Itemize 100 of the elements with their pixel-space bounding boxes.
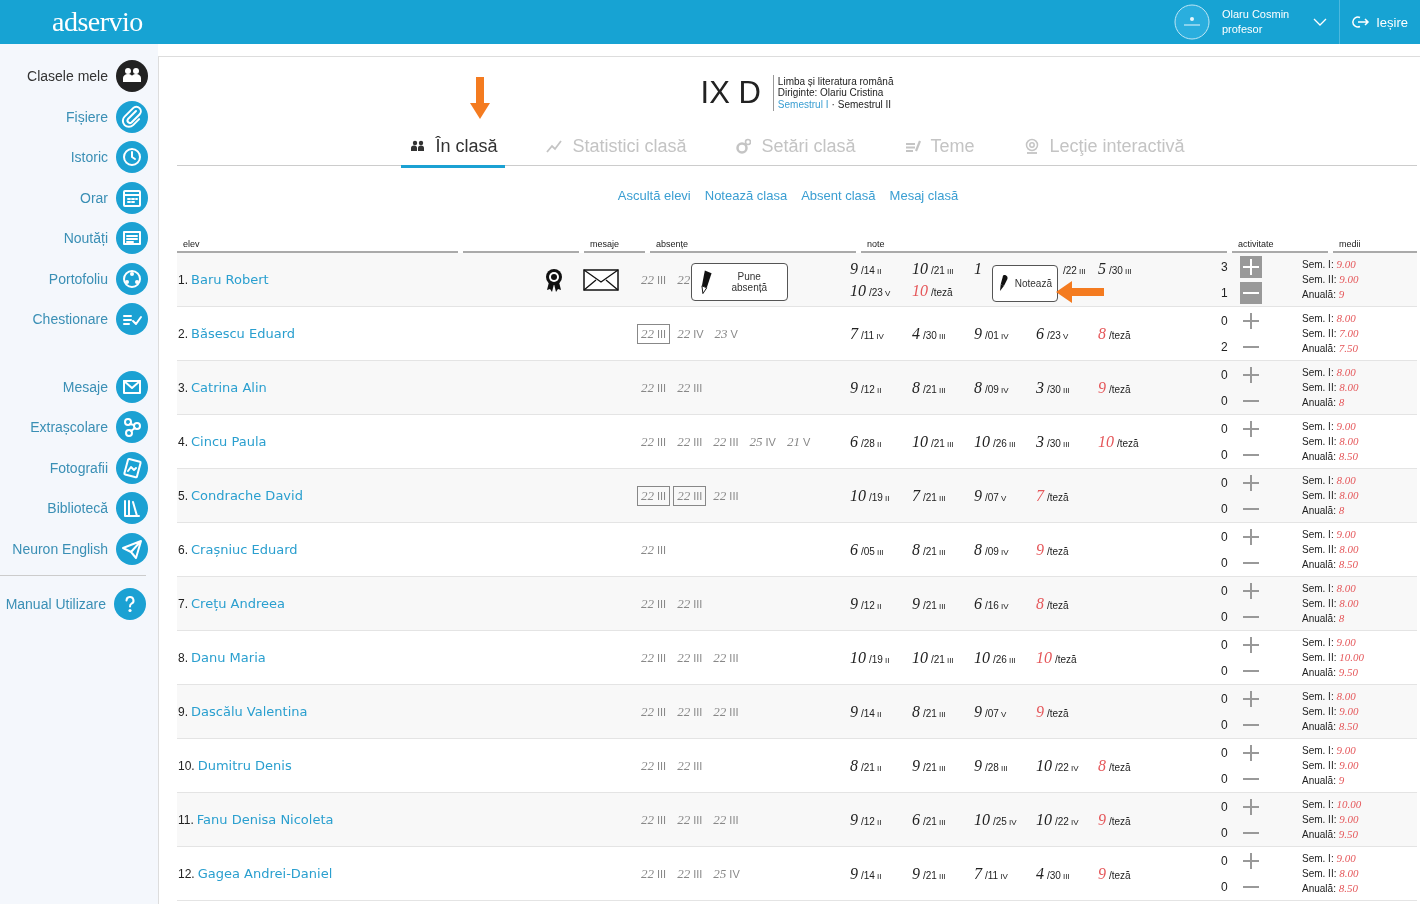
sidebar-item[interactable]: Istoric	[0, 137, 158, 178]
grade[interactable]: 9 /12 II	[850, 810, 882, 828]
grade[interactable]: /22 III	[1060, 259, 1086, 277]
grade[interactable]: 7 /11 IV	[850, 324, 884, 342]
grade[interactable]: 10 /22 IV	[1036, 810, 1079, 828]
grade[interactable]: 9 /14 II	[850, 702, 882, 720]
grade[interactable]: 10 /25 IV	[974, 810, 1017, 828]
grade[interactable]: 8 /21 III	[912, 540, 946, 558]
thesis-grade[interactable]: 10 /teză	[912, 281, 953, 299]
thesis-grade[interactable]: 9 /teză	[1098, 864, 1131, 882]
chevron-down-icon[interactable]	[1313, 18, 1328, 26]
absence-date[interactable]: 23 V	[710, 323, 742, 344]
thesis-grade[interactable]: 9 /teză	[1098, 810, 1131, 828]
semester-link[interactable]: Semestrul II	[837, 98, 892, 111]
absence-date[interactable]: 22 III	[637, 377, 671, 398]
student-name[interactable]: Catrina Alin	[191, 380, 267, 395]
thesis-grade[interactable]: 8 /teză	[1098, 756, 1131, 774]
student-name[interactable]: Danu Maria	[191, 650, 266, 665]
sidebar-item[interactable]: Manual Utilizare	[0, 575, 146, 625]
absence-date[interactable]: 22 III	[637, 863, 671, 884]
grade[interactable]: 10 /22 IV	[1036, 756, 1079, 774]
grade[interactable]: 10 /26 III	[974, 648, 1016, 666]
tab[interactable]: În clasă	[401, 131, 506, 168]
grade[interactable]: 9 /07 V	[974, 702, 1007, 720]
absence-date[interactable]: 22 III	[709, 485, 743, 506]
absence-date[interactable]: 22 III	[637, 755, 671, 776]
grade[interactable]: 6 /23 V	[1036, 324, 1069, 342]
grade[interactable]: 6 /28 II	[850, 432, 882, 450]
absence-date[interactable]: 25 IV	[745, 431, 780, 452]
sidebar-item[interactable]: Orar	[0, 177, 158, 218]
absence-date[interactable]: 22 III	[637, 431, 671, 452]
sidebar-item[interactable]: Bibliotecă	[0, 488, 158, 529]
grade[interactable]: 8 /09 IV	[974, 378, 1009, 396]
thesis-grade[interactable]: 9 /teză	[1036, 540, 1069, 558]
grade[interactable]: 3 /30 III	[1036, 378, 1070, 396]
grade[interactable]: 5 /30 III	[1098, 259, 1132, 277]
action-link[interactable]: Ascultă elevi	[617, 188, 691, 203]
absence-date[interactable]: 22 III	[637, 647, 671, 668]
logo[interactable]: adservio	[52, 6, 143, 38]
grade[interactable]: 9 /21 III	[912, 756, 946, 774]
grade[interactable]: 9 /21 III	[912, 594, 946, 612]
grade[interactable]: 8 /09 IV	[974, 540, 1009, 558]
absence-date[interactable]: 22 III	[637, 323, 671, 344]
grade[interactable]: 9 /12 II	[850, 594, 882, 612]
student-name[interactable]: Condrache David	[191, 488, 303, 503]
absence-date[interactable]: 22 III	[673, 431, 707, 452]
sidebar-item[interactable]: Chestionare	[0, 299, 158, 340]
student-name[interactable]: Dascălu Valentina	[191, 704, 308, 719]
sidebar-item[interactable]: Mesaje	[0, 366, 158, 407]
grade[interactable]: 6 /05 III	[850, 540, 884, 558]
grade[interactable]: 8 /21 III	[912, 378, 946, 396]
absence-date[interactable]: 22 III	[673, 701, 707, 722]
grade[interactable]: 7 /11 IV	[974, 864, 1008, 882]
grade[interactable]: 10 /19 II	[850, 486, 890, 504]
minus-button[interactable]	[1239, 281, 1262, 304]
grade[interactable]: 7 /21 III	[912, 486, 946, 504]
student-name[interactable]: Fanu Denisa Nicoleta	[196, 812, 334, 827]
absence-date[interactable]: 22 III	[637, 593, 671, 614]
thesis-grade[interactable]: 7 /teză	[1036, 486, 1069, 504]
absence-date[interactable]: 22 III	[709, 809, 743, 830]
grade[interactable]: 10 /19 II	[850, 648, 890, 666]
grade[interactable]: 6 /21 III	[912, 810, 946, 828]
absence-date[interactable]: 22 III	[637, 485, 671, 506]
absence-date[interactable]: 25 IV	[709, 863, 744, 884]
absence-date[interactable]: 22 III	[673, 485, 707, 506]
envelope-icon[interactable]	[582, 268, 619, 291]
grade[interactable]: 9 /14 II	[850, 259, 882, 277]
grade[interactable]: 3 /30 III	[1036, 432, 1070, 450]
absence-date[interactable]: 22 III	[709, 701, 743, 722]
absence-date[interactable]: 22 IV	[673, 323, 708, 344]
grade[interactable]: 6 /16 IV	[974, 594, 1009, 612]
grade[interactable]: 4 /30 III	[912, 324, 946, 342]
sidebar-item[interactable]: Noutăți	[0, 218, 158, 259]
student-name[interactable]: Cincu Paula	[191, 434, 267, 449]
student-name[interactable]: Crașniuc Eduard	[191, 542, 298, 557]
absence-date[interactable]: 22 III	[673, 593, 707, 614]
student-name[interactable]: Crețu Andreea	[191, 596, 286, 611]
avatar-icon[interactable]	[1173, 4, 1210, 40]
absence-date[interactable]: 21 V	[782, 431, 815, 452]
grade[interactable]: 9 /28 III	[974, 756, 1008, 774]
student-name[interactable]: Gagea Andrei-Daniel	[197, 866, 333, 881]
absence-date[interactable]: 22 III	[673, 755, 707, 776]
sidebar-item[interactable]: Fotografii	[0, 447, 158, 488]
plus-button[interactable]	[1239, 255, 1262, 278]
thesis-grade[interactable]: 10 /teză	[1036, 648, 1077, 666]
grade[interactable]: 10 /21 III	[912, 432, 954, 450]
grade[interactable]: 10 /21 III	[912, 648, 954, 666]
add-grade-button[interactable]: Notează	[992, 264, 1058, 302]
grade[interactable]: 4 /30 III	[1036, 864, 1070, 882]
student-name[interactable]: Baru Robert	[191, 272, 269, 287]
absence-date[interactable]: 22 III	[673, 377, 707, 398]
grade[interactable]: 9 /14 II	[850, 864, 882, 882]
thesis-grade[interactable]: 10 /teză	[1098, 432, 1139, 450]
thesis-grade[interactable]: 9 /teză	[1036, 702, 1069, 720]
grade[interactable]: 1	[974, 259, 982, 277]
add-absence-button[interactable]: Pune absență	[691, 262, 788, 301]
sidebar-item[interactable]: Portofoliu	[0, 258, 158, 299]
absence-date[interactable]: 22 III	[673, 863, 707, 884]
grade[interactable]: 9 /01 IV	[974, 324, 1009, 342]
sidebar-item[interactable]: Fișiere	[0, 96, 158, 137]
